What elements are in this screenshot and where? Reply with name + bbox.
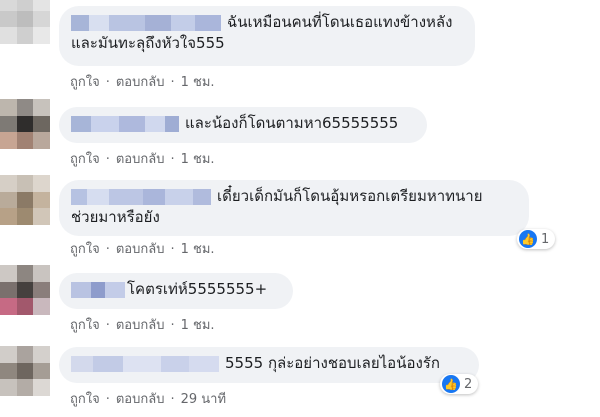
comment-text: ฉันเหมือนคนที่โดนเธอแทงข้างหลัง และมันทะ… bbox=[71, 12, 463, 54]
timestamp[interactable]: 1 ชม. bbox=[181, 318, 215, 333]
reply-link[interactable]: ตอบกลับ bbox=[116, 75, 165, 90]
reply-link[interactable]: ตอบกลับ bbox=[116, 242, 165, 257]
comment-bubble: และน้องก็โดนตามหา65555555 bbox=[59, 107, 427, 143]
comment-line-1: เดี๋ยวเด็กมันก็โดนอุ้มหรอกเตรียมหาทนาย bbox=[217, 187, 483, 205]
comment-line-1: ฉันเหมือนคนที่โดนเธอแทงข้างหลัง bbox=[227, 13, 453, 31]
comment-bubble: เดี๋ยวเด็กมันก็โดนอุ้มหรอกเตรียมหาทนาย ช… bbox=[59, 180, 529, 236]
comment-line-1: โคตรเท่ห์5555555+ bbox=[127, 280, 268, 298]
reaction-count: 2 bbox=[464, 376, 473, 392]
avatar[interactable] bbox=[0, 175, 50, 225]
reply-link[interactable]: ตอบกลับ bbox=[116, 392, 165, 407]
comment-actions: ถูกใจ · ตอบกลับ · 1 ชม. bbox=[70, 238, 215, 259]
timestamp[interactable]: 1 ชม. bbox=[181, 75, 215, 90]
commenter-name-blurred[interactable] bbox=[71, 14, 221, 31]
avatar[interactable] bbox=[0, 99, 50, 149]
separator: · bbox=[105, 318, 110, 333]
separator: · bbox=[105, 75, 110, 90]
avatar[interactable] bbox=[0, 346, 50, 396]
like-link[interactable]: ถูกใจ bbox=[70, 75, 100, 90]
comment-bubble: ฉันเหมือนคนที่โดนเธอแทงข้างหลัง และมันทะ… bbox=[59, 6, 475, 66]
like-icon: 👍 bbox=[442, 375, 460, 393]
like-link[interactable]: ถูกใจ bbox=[70, 392, 100, 407]
separator: · bbox=[170, 318, 175, 333]
comment-bubble: 5555 กุล่ะอย่างชอบเลยไอน้องรัก bbox=[59, 347, 479, 383]
commenter-name-blurred[interactable] bbox=[71, 188, 211, 205]
like-link[interactable]: ถูกใจ bbox=[70, 152, 100, 167]
separator: · bbox=[105, 242, 110, 257]
comment-actions: ถูกใจ · ตอบกลับ · 1 ชม. bbox=[70, 314, 215, 335]
like-link[interactable]: ถูกใจ bbox=[70, 242, 100, 257]
like-link[interactable]: ถูกใจ bbox=[70, 318, 100, 333]
timestamp[interactable]: 29 นาที bbox=[181, 392, 226, 407]
comment-text: และน้องก็โดนตามหา65555555 bbox=[71, 113, 415, 134]
comment-text: เดี๋ยวเด็กมันก็โดนอุ้มหรอกเตรียมหาทนาย ช… bbox=[71, 186, 517, 228]
comment-bubble: โคตรเท่ห์5555555+ bbox=[59, 273, 293, 309]
comment-line-1: และน้องก็โดนตามหา65555555 bbox=[185, 114, 399, 132]
avatar[interactable] bbox=[0, 265, 50, 315]
separator: · bbox=[105, 392, 110, 407]
separator: · bbox=[170, 75, 175, 90]
comment-text: โคตรเท่ห์5555555+ bbox=[71, 279, 281, 300]
comment-actions: ถูกใจ · ตอบกลับ · 29 นาที bbox=[70, 388, 226, 409]
comment-actions: ถูกใจ · ตอบกลับ · 1 ชม. bbox=[70, 71, 215, 92]
separator: · bbox=[170, 152, 175, 167]
reaction-badge[interactable]: 👍 2 bbox=[440, 374, 479, 394]
reaction-count: 1 bbox=[541, 231, 550, 247]
timestamp[interactable]: 1 ชม. bbox=[181, 152, 215, 167]
reaction-badge[interactable]: 👍 1 bbox=[517, 229, 556, 249]
comment-line-2: ช่วยมาหรือยัง bbox=[71, 208, 160, 226]
like-icon: 👍 bbox=[519, 230, 537, 248]
avatar[interactable] bbox=[0, 0, 50, 44]
comment-line-2: และมันทะลุถึงหัวใจ555 bbox=[71, 34, 225, 52]
timestamp[interactable]: 1 ชม. bbox=[181, 242, 215, 257]
separator: · bbox=[170, 392, 175, 407]
comment-text: 5555 กุล่ะอย่างชอบเลยไอน้องรัก bbox=[71, 353, 467, 374]
comment-line-1: 5555 กุล่ะอย่างชอบเลยไอน้องรัก bbox=[225, 354, 440, 372]
reply-link[interactable]: ตอบกลับ bbox=[116, 318, 165, 333]
commenter-name-blurred[interactable] bbox=[71, 115, 179, 132]
reply-link[interactable]: ตอบกลับ bbox=[116, 152, 165, 167]
commenter-name-blurred[interactable] bbox=[71, 355, 219, 372]
comment-actions: ถูกใจ · ตอบกลับ · 1 ชม. bbox=[70, 148, 215, 169]
separator: · bbox=[170, 242, 175, 257]
separator: · bbox=[105, 152, 110, 167]
commenter-name-blurred[interactable] bbox=[71, 281, 125, 298]
